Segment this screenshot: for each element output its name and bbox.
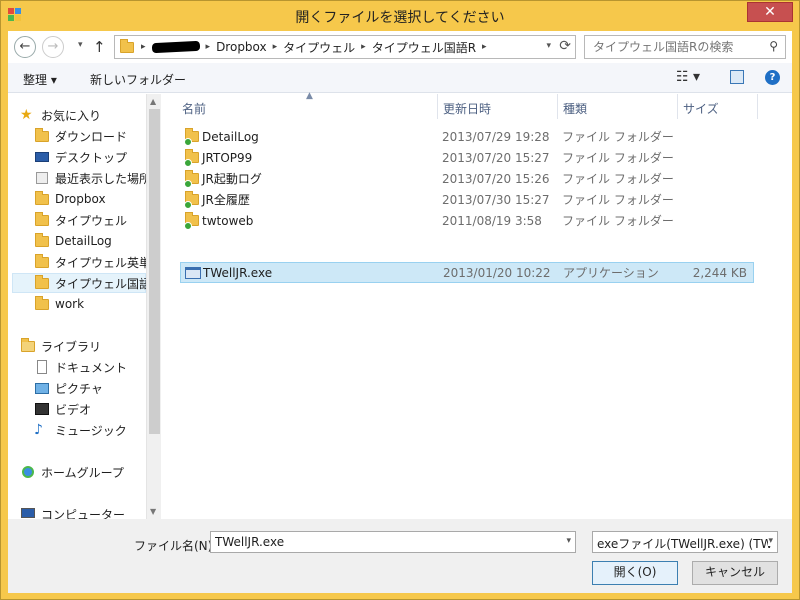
redacted-path [151, 40, 200, 54]
breadcrumb-typewell[interactable]: タイプウェル [283, 39, 355, 56]
address-bar[interactable]: ▸ ▸ Dropbox ▸ タイプウェル ▸ タイプウェル国語R ▸ ▾ ⟳ [114, 35, 576, 59]
breadcrumb-typewell-kokugo[interactable]: タイプウェル国語R [372, 39, 476, 56]
file-row[interactable]: JRTOP99 2013/07/20 15:27 ファイル フォルダー [180, 147, 754, 168]
homegroup-icon [20, 464, 36, 480]
open-button[interactable]: 開く(O) [592, 561, 678, 585]
filename-label: ファイル名(N): [134, 539, 217, 553]
refresh-icon[interactable]: ⟳ [559, 38, 571, 54]
nav-downloads[interactable]: ダウンロード [34, 126, 161, 146]
folder-icon [34, 275, 50, 291]
address-dropdown[interactable]: ▾ [546, 41, 551, 51]
computer-icon [20, 506, 36, 519]
open-file-dialog: 開くファイルを選択してください ✕ ← → ▾ ↑ ▸ ▸ Dropbox ▸ … [0, 0, 800, 600]
forward-button[interactable]: → [42, 36, 64, 58]
documents-icon [34, 359, 50, 375]
nav-typewell[interactable]: タイプウェル [34, 210, 161, 230]
preview-pane-icon[interactable] [730, 70, 744, 84]
view-options-icon[interactable]: ☷ ▾ [676, 69, 700, 85]
navigation-pane: ★ お気に入り ダウンロード デスクトップ 最近表示した場所 Dropbox タ… [8, 94, 161, 519]
nav-homegroup[interactable]: ホームグループ [20, 462, 158, 482]
folder-icon [34, 212, 50, 228]
application-icon [185, 265, 201, 281]
folder-icon [119, 39, 135, 55]
chevron-down-icon[interactable]: ▾ [768, 536, 773, 546]
sync-folder-icon [184, 149, 200, 167]
star-icon: ★ [20, 107, 33, 123]
filename-input[interactable] [215, 533, 555, 551]
nav-work[interactable]: work [34, 294, 161, 314]
back-button[interactable]: ← [14, 36, 36, 58]
music-icon: ♪ [34, 422, 43, 438]
libraries-icon [20, 338, 36, 354]
column-headers: ▲ 名前 更新日時 種類 サイズ [168, 91, 768, 119]
nav-typewell-english[interactable]: タイプウェル英単語 [34, 252, 161, 272]
file-row[interactable]: DetailLog 2013/07/29 19:28 ファイル フォルダー [180, 126, 754, 147]
file-row-selected[interactable]: TWellJR.exe 2013/01/20 10:22 アプリケーション 2,… [180, 262, 754, 283]
window-title: 開くファイルを選択してください [295, 10, 505, 26]
cancel-button[interactable]: キャンセル [692, 561, 778, 585]
nav-recent-places[interactable]: 最近表示した場所 [34, 168, 161, 188]
sort-ascending-icon: ▲ [306, 91, 313, 101]
help-icon[interactable]: ? [765, 70, 780, 85]
up-button[interactable]: ↑ [93, 38, 106, 56]
nav-pictures[interactable]: ピクチャ [34, 378, 161, 398]
downloads-folder-icon [34, 128, 50, 144]
nav-scrollbar-thumb[interactable] [149, 109, 160, 434]
desktop-icon [34, 149, 50, 165]
file-type-filter[interactable]: exeファイル(TWellJR.exe) (TW ▾ [592, 531, 778, 553]
recent-places-icon [34, 170, 50, 186]
dialog-client: ← → ▾ ↑ ▸ ▸ Dropbox ▸ タイプウェル ▸ タイプウェル国語R… [8, 31, 792, 593]
search-icon[interactable]: ⚲ [769, 39, 778, 53]
command-bar: 整理 ▾ 新しいフォルダー ☷ ▾ ? [8, 63, 792, 93]
close-button[interactable]: ✕ [747, 2, 793, 22]
dropbox-folder-icon [34, 191, 50, 207]
file-row[interactable]: twtoweb 2011/08/19 3:58 ファイル フォルダー [180, 210, 754, 231]
recent-locations-dropdown[interactable]: ▾ [78, 40, 83, 50]
file-list: ▲ 名前 更新日時 種類 サイズ DetailLog 2013/07/29 19… [168, 91, 792, 519]
file-row[interactable]: JR起動ログ 2013/07/20 15:26 ファイル フォルダー [180, 168, 754, 189]
breadcrumb-dropbox[interactable]: Dropbox [216, 40, 267, 54]
dialog-footer: ファイル名(N): ▾ exeファイル(TWellJR.exe) (TW ▾ 開… [8, 519, 792, 593]
nav-documents[interactable]: ドキュメント [34, 357, 161, 377]
sync-folder-icon [184, 191, 200, 209]
folder-icon [34, 254, 50, 270]
search-input[interactable] [593, 37, 763, 57]
file-row[interactable]: JR全履歴 2013/07/30 15:27 ファイル フォルダー [180, 189, 754, 210]
nav-computer[interactable]: コンピューター [20, 504, 158, 519]
column-name-header[interactable]: 名前 [182, 100, 206, 117]
sync-folder-icon [184, 170, 200, 188]
filename-combobox[interactable]: ▾ [210, 531, 576, 553]
column-size-header[interactable]: サイズ [683, 100, 719, 117]
videos-icon [34, 401, 50, 417]
address-bar-row: ← → ▾ ↑ ▸ ▸ Dropbox ▸ タイプウェル ▸ タイプウェル国語R… [8, 31, 792, 63]
pictures-icon [34, 380, 50, 396]
search-box[interactable]: ⚲ [584, 35, 786, 59]
nav-favorites[interactable]: ★ お気に入り [20, 105, 158, 125]
nav-detaillog[interactable]: DetailLog [34, 231, 161, 251]
chevron-down-icon[interactable]: ▾ [566, 536, 571, 546]
column-date-header[interactable]: 更新日時 [443, 100, 491, 117]
nav-typewell-kokugo[interactable]: タイプウェル国語R [12, 273, 159, 293]
nav-videos[interactable]: ビデオ [34, 399, 161, 419]
organize-button[interactable]: 整理 ▾ [23, 71, 57, 88]
column-type-header[interactable]: 種類 [563, 100, 587, 117]
nav-dropbox[interactable]: Dropbox [34, 189, 161, 209]
new-folder-button[interactable]: 新しいフォルダー [90, 71, 186, 88]
nav-scrollbar[interactable]: ▲ ▼ [146, 94, 161, 519]
folder-icon [34, 296, 50, 312]
sync-folder-icon [184, 128, 200, 146]
nav-libraries[interactable]: ライブラリ [20, 336, 158, 356]
title-bar[interactable]: 開くファイルを選択してください ✕ [1, 1, 799, 31]
sync-folder-icon [184, 212, 200, 230]
nav-music[interactable]: ♪ ミュージック [34, 420, 161, 440]
folder-icon [34, 233, 50, 249]
nav-desktop[interactable]: デスクトップ [34, 147, 161, 167]
